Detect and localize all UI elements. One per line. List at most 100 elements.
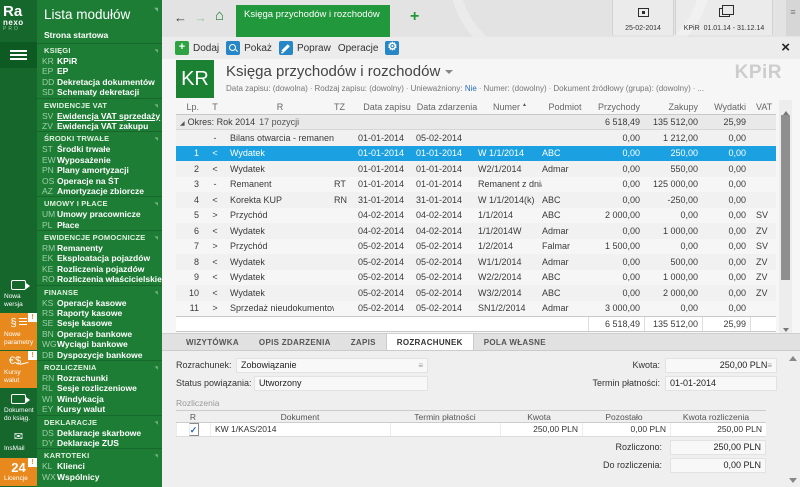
add-button[interactable]: + Dodaj [175, 41, 219, 55]
table-row[interactable]: 10<Wydatek05-02-201405-02-2014W3/2/2014A… [176, 285, 776, 301]
sidebar-item-dy[interactable]: DYDeklaracje ZUS [37, 438, 162, 448]
sidebar-item-ks[interactable]: KSOperacje kasowe [37, 298, 162, 308]
badge-insmail[interactable]: ✉InsMail [0, 427, 37, 457]
applied-date-widget[interactable]: 25-02-2014 [612, 0, 674, 35]
column-header-zakupy[interactable]: Zakupy [644, 102, 702, 112]
checkbox[interactable]: ✓ [189, 423, 199, 436]
sidebar-item-ey[interactable]: EYKursy walut [37, 404, 162, 414]
forward-arrow-icon[interactable]: → [194, 10, 207, 26]
badge-nowa-wersja[interactable]: Nowa wersja [0, 275, 37, 312]
table-row[interactable]: 6<Wydatek04-02-201404-02-20141/1/2014WAd… [176, 223, 776, 239]
column-header-data-zdarzenia[interactable]: Data zdarzenia [416, 102, 478, 112]
back-arrow-icon[interactable]: ← [174, 10, 187, 26]
home-icon[interactable]: ⌂ [215, 8, 224, 24]
sidebar-item-ds[interactable]: DSDeklaracje skarbowe [37, 428, 162, 438]
column-header-t[interactable]: T [204, 102, 226, 112]
kwota-field[interactable]: 250,00 PLN≡ [665, 358, 777, 373]
new-tab-button[interactable]: + [410, 8, 419, 26]
sidebar-item-sd[interactable]: SDSchematy dekretacji [37, 87, 162, 97]
sidebar-item-pn[interactable]: PNPlany amortyzacji [37, 165, 162, 175]
table-row[interactable]: 5>Przychód04-02-201404-02-20141/1/2014AB… [176, 208, 776, 224]
sidebar-item-ep[interactable]: EPEP [37, 66, 162, 76]
sidebar-item-rm[interactable]: RMRemanenty [37, 243, 162, 253]
column-header-podmiot[interactable]: Podmiot [542, 102, 588, 112]
sidebar-item-sv[interactable]: SVEwidencja VAT sprzedaży [37, 111, 162, 121]
column-header-wydatki[interactable]: Wydatki [702, 102, 750, 112]
sidebar-item-wx[interactable]: WXWspólnicy [37, 472, 162, 482]
sidebar-item-ro[interactable]: RORozliczenia właścicielskie [37, 274, 162, 284]
scrollbar-thumb[interactable] [781, 115, 790, 280]
sidebar-item-zv[interactable]: ZVEwidencja VAT zakupu [37, 121, 162, 131]
column-header-r[interactable]: R [226, 102, 334, 112]
sidebar-item-az[interactable]: AZAmortyzacje zbiorcze [37, 186, 162, 196]
sidebar-item-rl[interactable]: RLSesje rozliczeniowe [37, 383, 162, 393]
sidebar-item-os[interactable]: OSOperacje na ŚT [37, 176, 162, 186]
period-widget[interactable]: KPiR 01.01.14 - 31.12.14 [675, 0, 773, 35]
sidebar-item-dd[interactable]: DDDekretacja dokumentów [37, 77, 162, 87]
sidebar-item-home[interactable]: Strona startowa [37, 28, 162, 43]
edit-button[interactable]: Popraw [279, 41, 331, 55]
badge-nowe-parametry[interactable]: §Nowe parametry! [0, 313, 37, 350]
badge-licencje[interactable]: 24Licencje! [0, 458, 37, 487]
table-row[interactable]: -Bilans otwarcia - remanent01-01-201405-… [176, 130, 776, 146]
operations-button[interactable]: Operacje [338, 43, 379, 54]
cell-numer: Remanent z dnia… [478, 179, 542, 189]
tab-rozrachunek[interactable]: ROZRACHUNEK [386, 334, 474, 350]
rozliczenia-row[interactable]: ✓KW 1/KAS/2014250,00 PLN0,00 PLN250,00 P… [176, 423, 766, 437]
badge-dokument-do-ksiag[interactable]: Dokument do ksiąg. [0, 389, 37, 426]
sidebar-item-rn[interactable]: RNRozrachunki [37, 373, 162, 383]
tab-zapis[interactable]: ZAPIS [341, 334, 386, 350]
settings-button[interactable]: ⚙ [385, 41, 399, 55]
table-row[interactable]: 7>Przychód05-02-201405-02-20141/2/2014Fa… [176, 239, 776, 255]
sidebar-item-kr[interactable]: KRKPiR [37, 56, 162, 66]
do-rozliczenia-line: Do rozliczenia: 0,00 PLN [562, 458, 766, 473]
group-expand-icon[interactable]: ◢ [178, 121, 188, 127]
sidebar-item-st[interactable]: STŚrodki trwałe [37, 144, 162, 154]
sidebar-item-wi[interactable]: WIWindykacja [37, 394, 162, 404]
sidebar-item-db[interactable]: DBDyspozycje bankowe [37, 350, 162, 360]
table-row[interactable]: 1<Wydatek01-01-201401-01-2014W 1/1/2014A… [176, 146, 776, 162]
filter-value[interactable]: Nie [465, 84, 477, 93]
table-row[interactable]: 11>Sprzedaż nieudokumentowana05-02-20140… [176, 301, 776, 317]
table-row[interactable]: 8<Wydatek05-02-201405-02-2014W1/1/2014Ad… [176, 254, 776, 270]
show-button[interactable]: Pokaż [226, 41, 272, 55]
sidebar-item-ke[interactable]: KERozliczenia pojazdów [37, 264, 162, 274]
tab-opis-zdarzenia[interactable]: OPIS ZDARZENIA [249, 334, 341, 350]
sidebar-item-ew[interactable]: EWWyposażenie [37, 155, 162, 165]
column-header-lp[interactable]: Lp. [176, 102, 204, 112]
tab-wizytówka[interactable]: WIZYTÓWKA [176, 334, 249, 350]
group-row[interactable]: ◢Okres: Rok 201417 pozycji6 518,49135 51… [176, 115, 776, 130]
close-view-button[interactable]: × [781, 39, 790, 57]
table-row[interactable]: 3-RemanentRT01-01-201401-01-2014Remanent… [176, 177, 776, 193]
sidebar-item-ek[interactable]: EKEksploatacja pojazdów [37, 253, 162, 263]
column-header-numer[interactable]: Numer▲ [478, 102, 542, 112]
termin-field[interactable]: 01-01-2014 [665, 376, 777, 391]
column-header-tz[interactable]: TZ [334, 102, 358, 112]
column-header-vat[interactable]: VAT [750, 102, 776, 112]
rozrachunek-select[interactable]: Zobowiązanie≡ [236, 358, 428, 373]
scroll-up-icon[interactable] [779, 102, 792, 114]
modules-menu-icon[interactable] [0, 42, 37, 68]
chevron-down-icon[interactable] [445, 70, 453, 74]
scroll-down-icon[interactable] [779, 319, 792, 331]
table-row[interactable]: 2<Wydatek01-01-201401-01-2014W2/1/2014Ad… [176, 161, 776, 177]
sidebar-item-kl[interactable]: KLKlienci [37, 461, 162, 471]
panel-scroll-down-icon[interactable] [789, 478, 797, 483]
badge-kursy-walut[interactable]: €$Kursy walut! [0, 351, 37, 388]
tab-ksiega-przychodow[interactable]: Księga przychodów i rozchodów [236, 5, 390, 37]
panel-scroll-up-icon[interactable] [789, 356, 797, 361]
column-header-data-zapisu[interactable]: Data zapisu [358, 102, 416, 112]
sidebar-item-um[interactable]: UMUmowy pracownicze [37, 209, 162, 219]
grid-scrollbar[interactable] [779, 100, 792, 333]
sidebar-item-wg[interactable]: WGWyciągi bankowe [37, 339, 162, 349]
sidebar-item-rs[interactable]: RSRaporty kasowe [37, 308, 162, 318]
table-row[interactable]: 4<Korekta KUPRN31-01-201431-01-2014W 1/1… [176, 192, 776, 208]
sidebar-item-se[interactable]: SESesje kasowe [37, 318, 162, 328]
more-options-button[interactable]: ≡ [786, 0, 800, 36]
column-header-przychody[interactable]: Przychody [588, 102, 644, 112]
sidebar-item-pl[interactable]: PLPłace [37, 220, 162, 230]
tab-pola-własne[interactable]: POLA WŁASNE [474, 334, 556, 350]
iconbar-spacer [0, 68, 37, 275]
sidebar-item-bn[interactable]: BNOperacje bankowe [37, 329, 162, 339]
table-row[interactable]: 9<Wydatek05-02-201405-02-2014W2/2/2014AB… [176, 270, 776, 286]
